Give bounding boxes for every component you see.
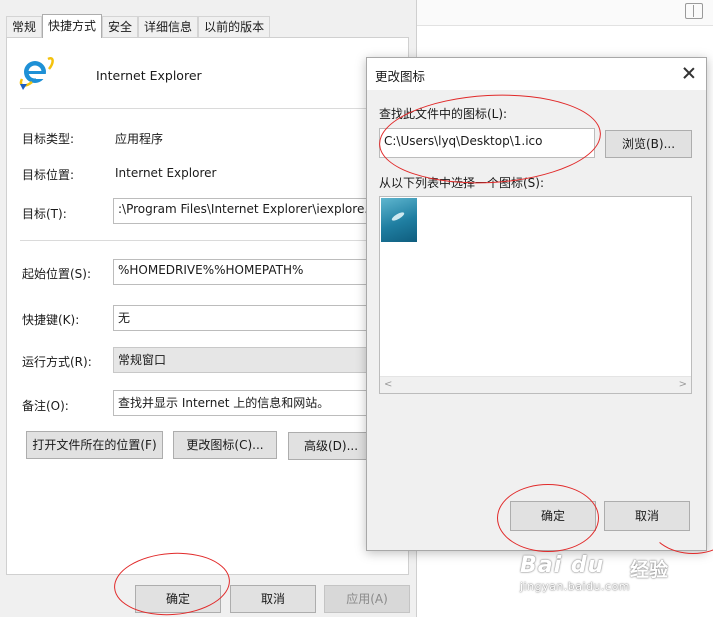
tab-previous-versions[interactable]: 以前的版本 bbox=[198, 16, 271, 38]
dialog-ok-button[interactable]: 确定 bbox=[510, 501, 596, 531]
tab-general[interactable]: 常规 bbox=[6, 16, 43, 38]
dialog-body: 查找此文件中的图标(L): C:\Users\lyq\Desktop\1.ico… bbox=[367, 90, 706, 550]
app-name: Internet Explorer bbox=[96, 68, 202, 83]
ok-button[interactable]: 确定 bbox=[135, 585, 221, 613]
cancel-button[interactable]: 取消 bbox=[230, 585, 316, 613]
tab-bar: 常规 快捷方式 安全 详细信息 以前的版本 bbox=[6, 14, 271, 38]
find-icons-label: 查找此文件中的图标(L): bbox=[379, 107, 508, 121]
watermark-cn: 经验 bbox=[630, 559, 669, 581]
apply-button[interactable]: 应用(A) bbox=[324, 585, 410, 613]
tab-details[interactable]: 详细信息 bbox=[138, 16, 199, 38]
browse-button[interactable]: 浏览(B)... bbox=[605, 130, 692, 158]
target-location-label: 目标位置: bbox=[22, 168, 75, 182]
tab-security[interactable]: 安全 bbox=[102, 16, 139, 38]
selected-icon-thumbnail[interactable] bbox=[381, 198, 417, 242]
horizontal-scrollbar[interactable]: < > bbox=[380, 376, 691, 393]
tab-shortcut[interactable]: 快捷方式 bbox=[42, 14, 103, 38]
target-input[interactable]: :\Program Files\Internet Explorer\iexplo… bbox=[113, 198, 373, 224]
scroll-right-icon[interactable]: > bbox=[679, 379, 687, 390]
target-type-value: 应用程序 bbox=[115, 132, 164, 146]
icon-list[interactable]: < > bbox=[379, 196, 692, 394]
comment-input[interactable]: 查找并显示 Internet 上的信息和网站。 bbox=[113, 390, 373, 416]
target-label: 目标(T): bbox=[22, 207, 67, 221]
watermark-url: jingyan.baidu.com bbox=[520, 580, 631, 593]
book-icon[interactable] bbox=[685, 3, 703, 19]
divider bbox=[20, 240, 396, 241]
target-location-value: Internet Explorer bbox=[115, 166, 217, 180]
baidu-watermark: Bai du 经验 jingyan.baidu.com bbox=[520, 553, 710, 613]
shortcut-key-input[interactable]: 无 bbox=[113, 305, 373, 331]
open-file-location-button[interactable]: 打开文件所在的位置(F) bbox=[26, 431, 163, 459]
comment-label: 备注(O): bbox=[22, 399, 69, 413]
shortcut-key-label: 快捷键(K): bbox=[22, 313, 80, 327]
scroll-left-icon[interactable]: < bbox=[384, 379, 392, 390]
background-toolbar bbox=[417, 0, 713, 26]
properties-window: 常规 快捷方式 安全 详细信息 以前的版本 Internet Explorer … bbox=[0, 0, 417, 617]
change-icon-dialog: 更改图标 查找此文件中的图标(L): C:\Users\lyq\Desktop\… bbox=[366, 57, 707, 551]
start-in-label: 起始位置(S): bbox=[22, 267, 92, 281]
run-label: 运行方式(R): bbox=[22, 355, 92, 369]
dialog-title: 更改图标 bbox=[375, 69, 426, 84]
target-type-label: 目标类型: bbox=[22, 132, 75, 146]
advanced-button[interactable]: 高级(D)... bbox=[288, 432, 374, 460]
run-select[interactable]: 常规窗口 bbox=[113, 347, 373, 373]
icon-list-label: 从以下列表中选择一个图标(S): bbox=[379, 176, 545, 190]
divider bbox=[20, 108, 396, 109]
start-in-input[interactable]: %HOMEDRIVE%%HOMEPATH% bbox=[113, 259, 373, 285]
icon-path-input[interactable]: C:\Users\lyq\Desktop\1.ico bbox=[379, 128, 595, 158]
dialog-cancel-button[interactable]: 取消 bbox=[604, 501, 690, 531]
internet-explorer-icon bbox=[19, 57, 54, 90]
watermark-logo: Bai du bbox=[520, 553, 605, 578]
change-icon-button[interactable]: 更改图标(C)... bbox=[173, 431, 277, 459]
close-icon[interactable] bbox=[680, 64, 698, 82]
